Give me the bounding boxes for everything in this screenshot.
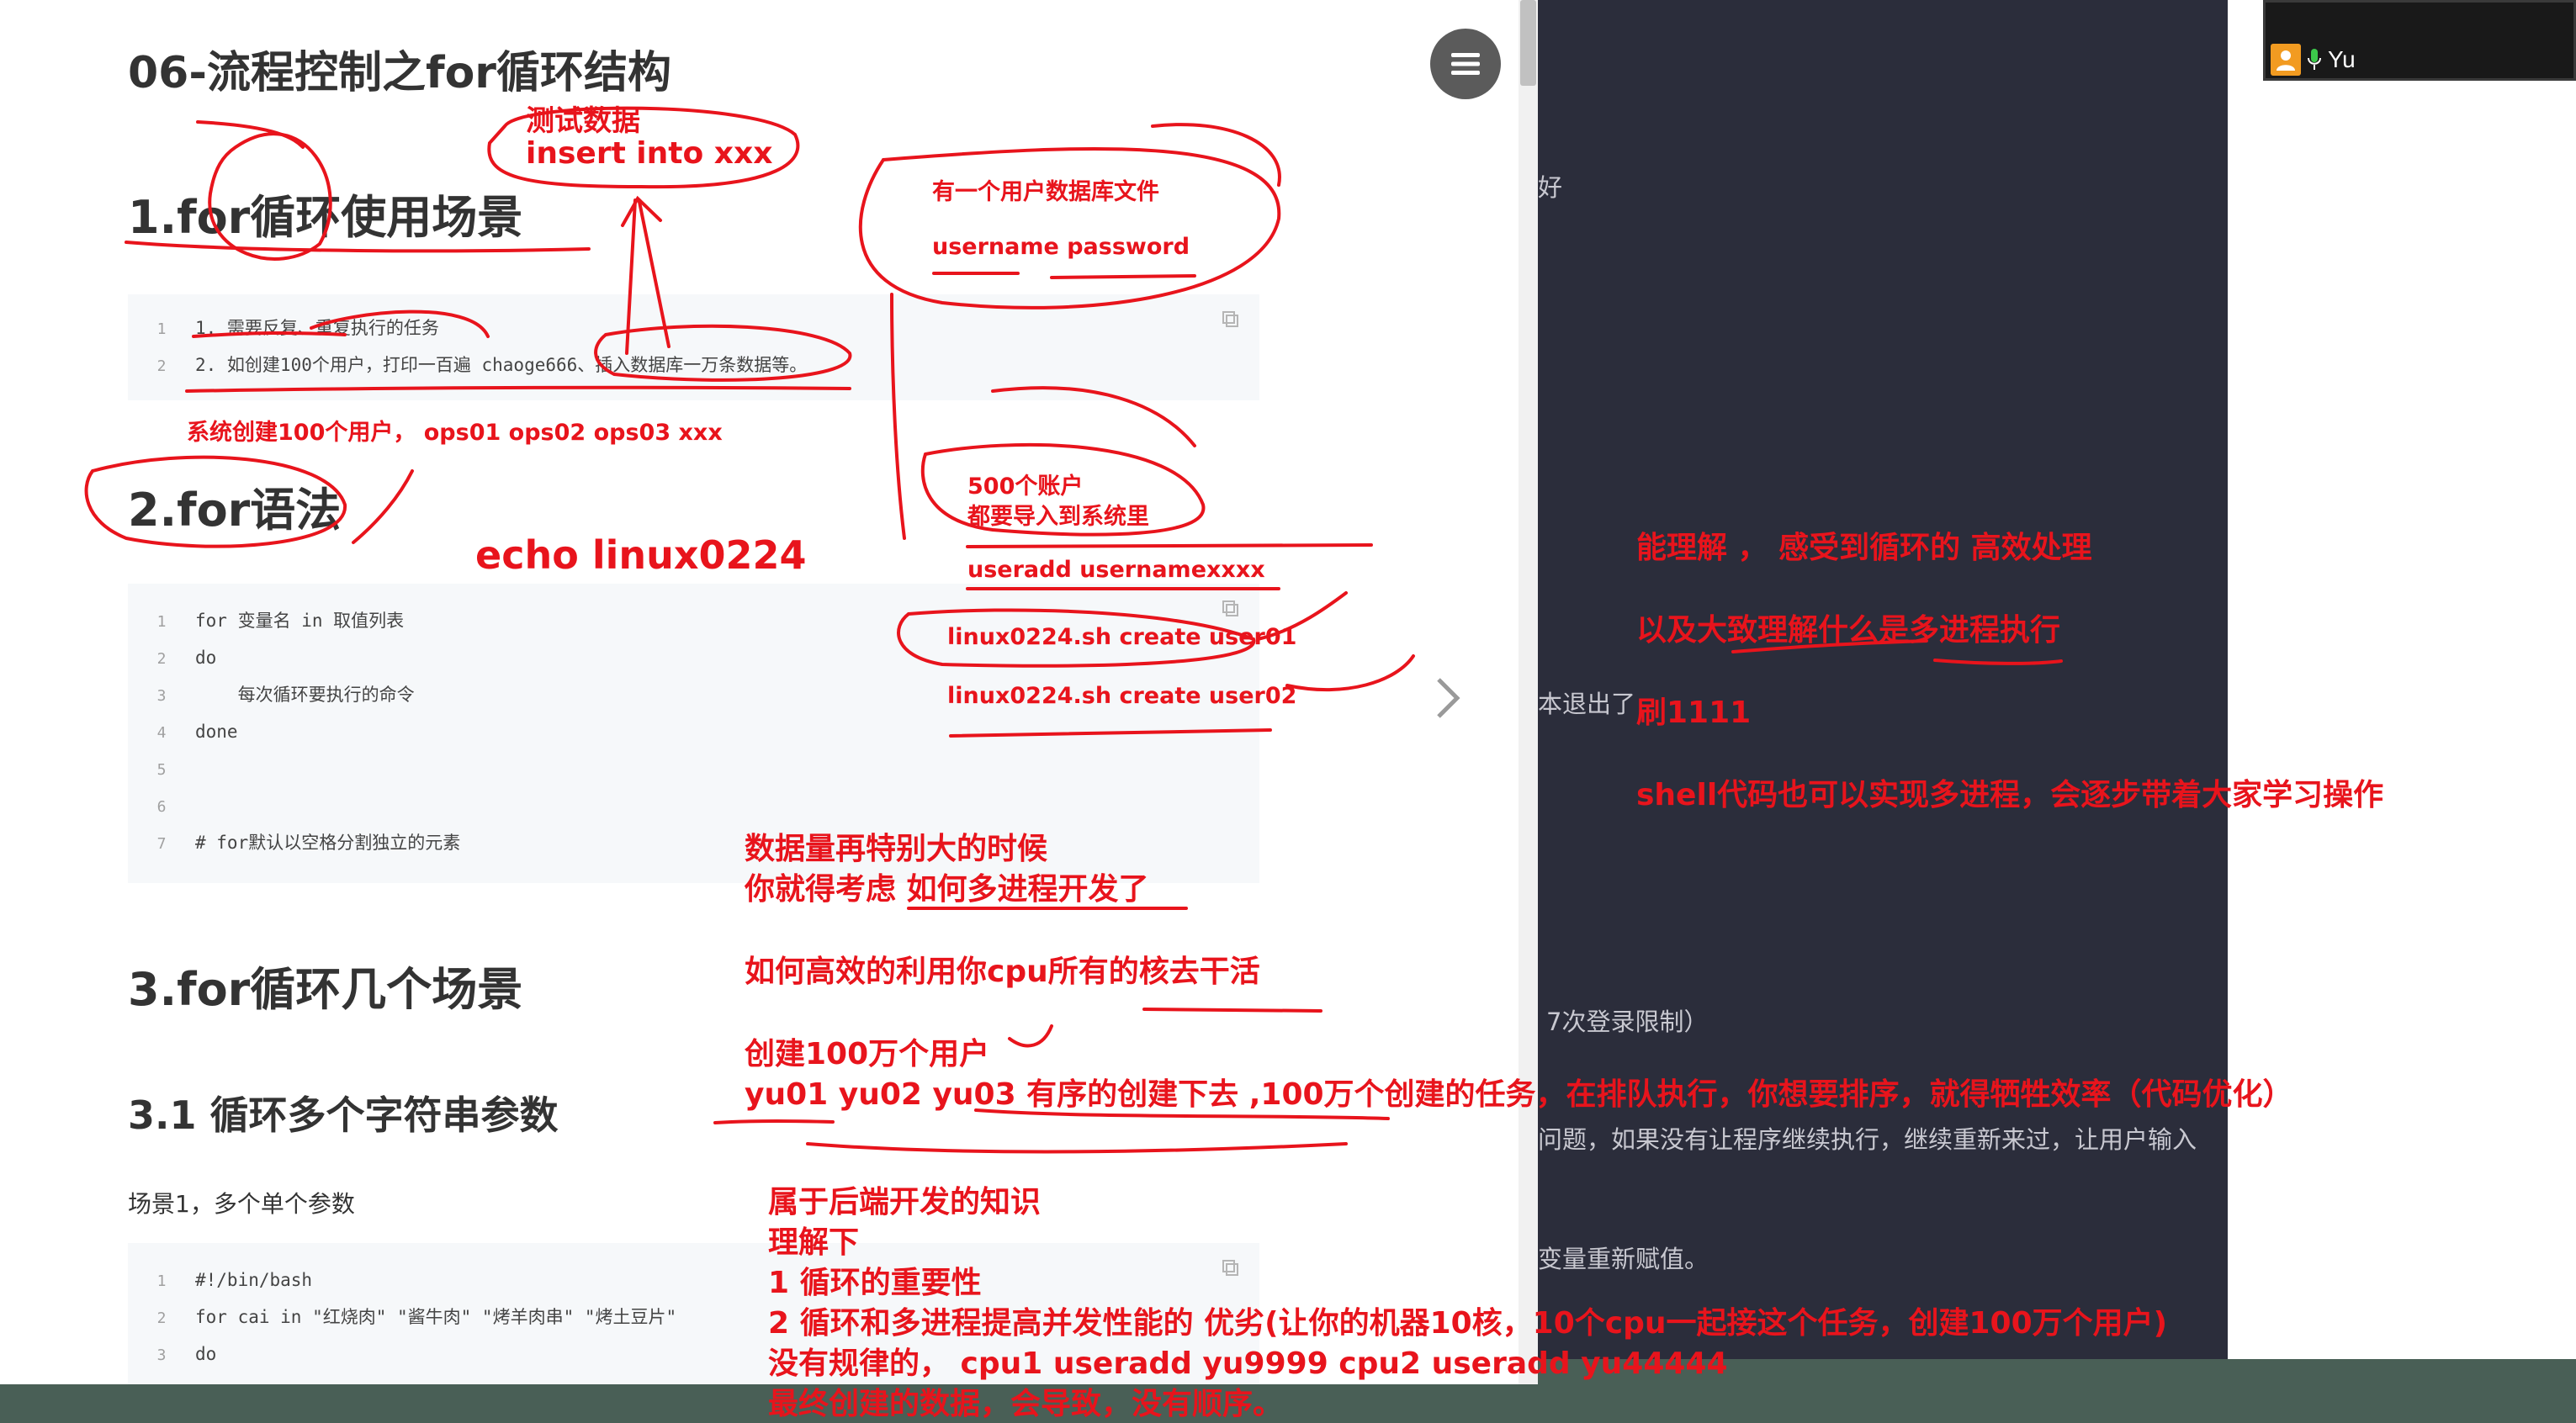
panel-text: 本退出了 xyxy=(1538,690,1636,718)
annotation-point1: 1 循环的重要性 xyxy=(768,1266,982,1300)
panel-text: 变量重新赋值。 xyxy=(1538,1245,1709,1273)
code-line: 3 每次循环要执行的命令 xyxy=(156,685,415,705)
page-title: 06-流程控制之for循环结构 xyxy=(128,48,671,98)
code-block-scenarios: 1 1. 需要反复、重复执行的任务 2 2. 如创建100个用户，打印一百遍 cha… xyxy=(128,294,1259,400)
annotation-backend: 属于后端开发的知识 xyxy=(768,1185,1042,1219)
annotation-cpu-cores: 如何高效的利用你cpu所有的核去干活 xyxy=(745,955,1260,989)
dark-panel: 好 本退出了 7次登录限制） 问题，如果没有让程序继续执行，继续重新来过，让用户… xyxy=(1538,0,2228,1359)
annotation-create1: linux0224.sh create user01 xyxy=(947,624,1297,650)
annotation-point2: 2 循环和多进程提高并发性能的 优劣(让你的机器10核，10个cpu一起接这个任… xyxy=(768,1306,2168,1341)
annotation-echo: echo linux0224 xyxy=(475,532,807,578)
code-line: 6 xyxy=(156,798,167,816)
heading-loop-strings: 3.1 循环多个字符串参数 xyxy=(128,1092,559,1138)
annotation-consider: 你就得考虑 如何多进程开发了 xyxy=(745,872,1149,907)
scrollbar-thumb[interactable] xyxy=(1520,0,1536,86)
chevron-right-icon[interactable] xyxy=(1430,673,1464,723)
annotation-million: 创建100万个用户 xyxy=(745,1037,990,1071)
user-icon xyxy=(2271,44,2301,76)
annotation-right-1: 能理解 ， 感受到循环的 高效处理 xyxy=(1636,531,2092,565)
code-line: 4 done xyxy=(156,722,238,742)
code-line: 1 #!/bin/bash xyxy=(156,1270,313,1290)
code-line: 2 2. 如创建100个用户，打印一百遍 chaoge666、插入数据库一万条数据… xyxy=(156,355,808,375)
code-line: 1 for 变量名 in 取值列表 xyxy=(156,611,405,631)
annotation-ordered: yu01 yu02 yu03 有序的创建下去 ,100万个创建的任务，在排队执行… xyxy=(745,1077,2293,1112)
scene-label: 场景1，多个单个参数 xyxy=(128,1190,355,1218)
copy-icon[interactable] xyxy=(1221,599,1241,619)
video-thumbnail[interactable]: Yu xyxy=(2263,0,2576,81)
annotation-final: 最终创建的数据，会导致，没有顺序。 xyxy=(768,1387,1284,1421)
panel-text: 好 xyxy=(1538,173,1563,202)
annotation-right-4: shell代码也可以实现多进程，会逐步带着大家学习操作 xyxy=(1636,778,2384,812)
copy-icon[interactable] xyxy=(1221,1258,1241,1278)
annotation-sys-create: 系统创建100个用户， ops01 ops02 ops03 xxx xyxy=(187,420,723,446)
annotation-right-2: 以及大致理解什么是多进程执行 xyxy=(1636,613,2061,648)
code-line: 7 # for默认以空格分割独立的元素 xyxy=(156,833,461,853)
annotation-big-data: 数据量再特别大的时候 xyxy=(745,832,1048,866)
heading-for-scenes: 3.for循环几个场景 xyxy=(128,963,523,1016)
heading-for-syntax: 2.for语法 xyxy=(128,484,342,537)
annotation-insert: insert into xxx xyxy=(526,136,773,171)
annotation-test-data: 测试数据 xyxy=(526,104,640,138)
video-label: Yu xyxy=(2271,43,2356,77)
scrollbar[interactable] xyxy=(1519,0,1538,1384)
annotation-useradd: useradd usernamexxxx xyxy=(967,557,1265,583)
panel-text: 问题，如果没有让程序继续执行，继续重新来过，让用户输入 xyxy=(1538,1125,2197,1154)
copy-icon[interactable] xyxy=(1221,309,1241,330)
code-line: 3 do xyxy=(156,1344,217,1364)
code-line: 2 do xyxy=(156,648,217,668)
code-line: 2 for cai in "红烧肉" "酱牛肉" "烤羊肉串" "烤土豆片" xyxy=(156,1307,677,1327)
panel-text: 7次登录限制） xyxy=(1546,1008,1709,1036)
annotation-create2: linux0224.sh create user02 xyxy=(947,683,1297,709)
code-line: 1 1. 需要反复、重复执行的任务 xyxy=(156,318,439,338)
microphone-icon xyxy=(2308,49,2321,70)
right-blank-area xyxy=(2228,0,2576,1359)
annotation-db-file: 有一个用户数据库文件 xyxy=(932,179,1159,205)
menu-button[interactable] xyxy=(1430,29,1501,99)
annotation-500-accounts: 500个账户 xyxy=(967,473,1084,500)
code-line: 5 xyxy=(156,761,167,779)
participant-name: Yu xyxy=(2328,46,2356,72)
annotation-understand: 理解下 xyxy=(768,1225,860,1260)
annotation-import-sys: 都要导入到系统里 xyxy=(967,504,1149,530)
annotation-right-3: 刷1111 xyxy=(1636,696,1752,730)
heading-for-scenarios: 1.for循环使用场景 xyxy=(128,191,523,244)
annotation-no-rule: 没有规律的， cpu1 useradd yu9999 cpu2 useradd … xyxy=(768,1346,1728,1381)
hamburger-menu-icon xyxy=(1451,53,1480,75)
annotation-user-pass: username password xyxy=(932,234,1190,260)
